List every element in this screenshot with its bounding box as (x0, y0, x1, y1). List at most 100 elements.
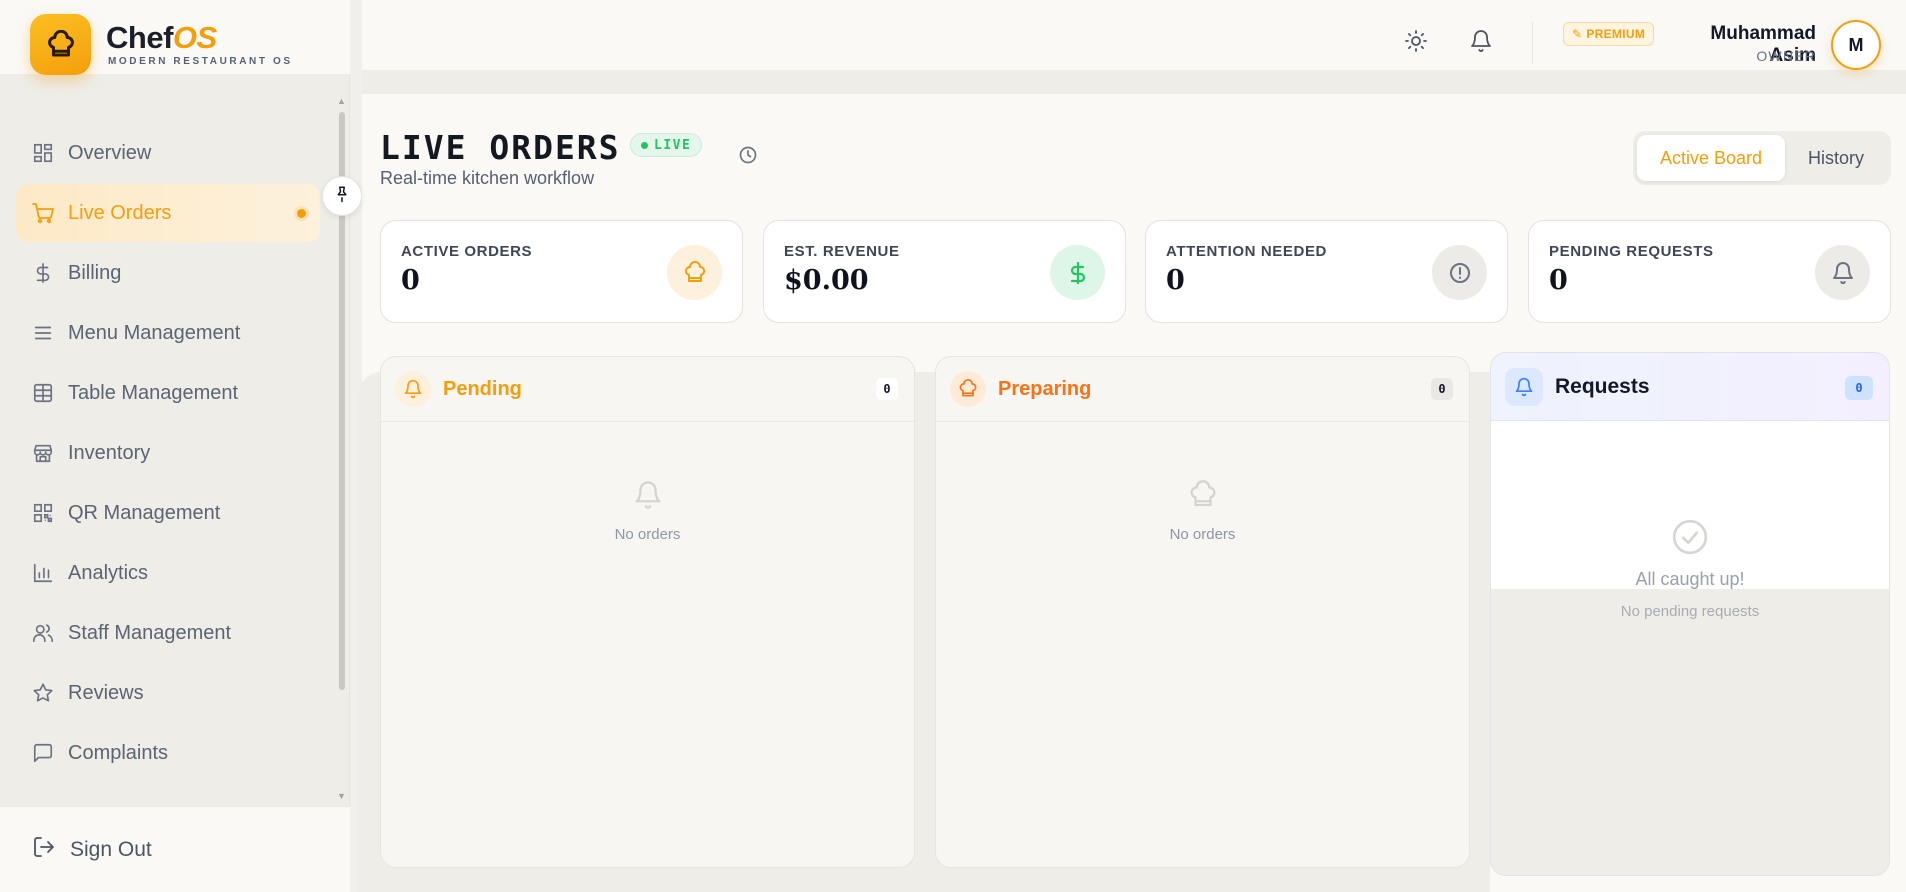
sidebar-item-billing[interactable]: Billing (16, 244, 320, 302)
sidebar-item-label: Staff Management (68, 621, 232, 644)
stat-value: $0.00 (784, 265, 869, 296)
star-icon (30, 680, 56, 706)
column-count: 0 (1845, 376, 1873, 400)
live-dot-icon (641, 141, 648, 149)
premium-badge: ✎ PREMIUM (1563, 22, 1655, 46)
theme-toggle-button[interactable] (1401, 28, 1431, 58)
sidebar-item-label: Complaints (68, 741, 169, 764)
sidebar-item-inventory[interactable]: Inventory (16, 424, 320, 482)
sidebar-item-complaints[interactable]: Complaints (16, 724, 320, 782)
sidebar-item-qr-management[interactable]: QR Management (16, 484, 320, 542)
sidebar-item-reviews[interactable]: Reviews (16, 664, 320, 722)
column-header: Preparing 0 (936, 357, 1469, 421)
sidebar-item-label: Reviews (68, 681, 144, 704)
stat-value: 0 (1549, 265, 1568, 296)
sidebar-nav: Overview Live Orders Billing Menu Manage… (16, 124, 320, 784)
column-pending: Pending 0 No orders (380, 356, 915, 868)
stat-title: ATTENTION NEEDED (1166, 243, 1327, 260)
overview-grid-icon (30, 140, 56, 166)
stat-title: PENDING REQUESTS (1549, 243, 1714, 260)
sidebar-item-analytics[interactable]: Analytics (16, 544, 320, 602)
avatar[interactable]: M (1831, 20, 1881, 70)
column-requests: Requests 0 All caught up! No pending req… (1490, 352, 1890, 876)
bell-icon (1815, 245, 1870, 300)
column-body: No orders (381, 421, 914, 867)
empty-state-title: All caught up! (1635, 569, 1745, 589)
brand-name: ChefOS (106, 20, 217, 55)
dollar-icon (1050, 245, 1105, 300)
brand-tagline: MODERN RESTAURANT OS (108, 56, 293, 67)
sidebar-item-label: Overview (68, 141, 152, 164)
message-square-icon (30, 740, 56, 766)
column-count: 0 (1431, 378, 1453, 400)
sidebar-item-label: Inventory (68, 441, 151, 464)
tab-history[interactable]: History (1785, 135, 1887, 181)
store-icon (30, 440, 56, 466)
empty-state-text: No orders (614, 526, 681, 543)
sidebar-item-menu-management[interactable]: Menu Management (16, 304, 320, 362)
top-bar-separator (362, 70, 1906, 94)
sun-icon (1404, 29, 1428, 58)
pin-sidebar-button[interactable] (322, 176, 362, 216)
chef-hat-icon (950, 371, 986, 407)
column-header: Requests 0 (1491, 353, 1889, 421)
users-icon (30, 620, 56, 646)
sidebar-item-overview[interactable]: Overview (16, 124, 320, 182)
history-clock-button[interactable] (736, 145, 760, 169)
view-toggle: Active Board History (1633, 131, 1891, 185)
bell-icon (1469, 29, 1493, 58)
chef-hat-logo-icon[interactable] (30, 14, 91, 75)
stat-title: ACTIVE ORDERS (401, 243, 533, 260)
top-bar-divider (1532, 22, 1533, 64)
column-title: Requests (1555, 374, 1650, 398)
column-title: Preparing (998, 377, 1092, 400)
sidebar-item-label: QR Management (68, 501, 221, 524)
table-grid-icon (30, 380, 56, 406)
sidebar-item-label: Menu Management (68, 321, 241, 344)
page-subtitle: Real-time kitchen workflow (380, 168, 595, 188)
stat-value: 0 (1166, 265, 1185, 296)
user-role: OWNER (1756, 48, 1816, 64)
stat-title: EST. REVENUE (784, 243, 900, 260)
requests-body-top (1491, 421, 1889, 589)
clock-icon (738, 145, 758, 170)
page-title: LIVE ORDERS (380, 128, 621, 167)
cart-icon (30, 200, 56, 226)
stat-card-est-revenue: EST. REVENUE $0.00 (763, 220, 1126, 323)
chef-hat-icon (667, 245, 722, 300)
alert-circle-icon (1432, 245, 1487, 300)
tab-active-board[interactable]: Active Board (1637, 135, 1785, 181)
sign-out-label: Sign Out (70, 837, 152, 861)
chef-hat-icon (1188, 480, 1218, 515)
bell-icon (395, 371, 431, 407)
sidebar-item-live-orders[interactable]: Live Orders (16, 184, 320, 242)
stat-card-active-orders: ACTIVE ORDERS 0 (380, 220, 743, 323)
menu-lines-icon (30, 320, 56, 346)
log-out-icon (32, 835, 56, 864)
sign-out-button[interactable]: Sign Out (0, 806, 350, 892)
sidebar-item-staff-management[interactable]: Staff Management (16, 604, 320, 662)
sparkle-icon: ✎ (1572, 27, 1583, 41)
sidebar: ChefOS MODERN RESTAURANT OS Overview Liv… (0, 0, 350, 892)
empty-state-text: No orders (1169, 526, 1236, 543)
scroll-down-arrow-icon[interactable]: ▼ (337, 791, 346, 801)
bell-icon (1505, 367, 1543, 406)
sidebar-item-table-management[interactable]: Table Management (16, 364, 320, 422)
column-title: Pending (443, 377, 522, 400)
column-preparing: Preparing 0 No orders (935, 356, 1470, 868)
sidebar-item-label: Analytics (68, 561, 149, 584)
bell-icon (633, 480, 663, 515)
column-count: 0 (876, 378, 898, 400)
qr-code-icon (30, 500, 56, 526)
stat-card-attention-needed: ATTENTION NEEDED 0 (1145, 220, 1508, 323)
bar-chart-icon (30, 560, 56, 586)
column-header: Pending 0 (381, 357, 914, 421)
scroll-up-arrow-icon[interactable]: ▲ (337, 96, 346, 106)
check-circle-icon (1670, 517, 1710, 562)
brand-header: ChefOS MODERN RESTAURANT OS (0, 0, 350, 75)
sidebar-item-label: Billing (68, 261, 122, 284)
notifications-button[interactable] (1466, 28, 1496, 58)
empty-state-subtitle: No pending requests (1620, 603, 1760, 620)
stat-value: 0 (401, 265, 420, 296)
sidebar-item-label: Table Management (68, 381, 239, 404)
